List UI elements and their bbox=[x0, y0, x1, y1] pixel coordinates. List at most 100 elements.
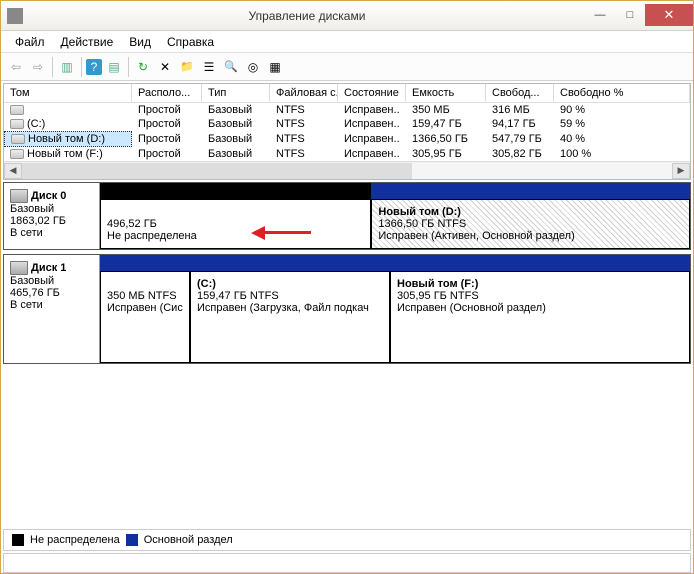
back-button[interactable]: ⇦ bbox=[6, 57, 26, 77]
legend-unallocated-swatch bbox=[12, 534, 24, 546]
toolbar-separator bbox=[52, 57, 53, 77]
cell-type: Базовый bbox=[202, 131, 270, 147]
partition-system[interactable]: 350 МБ NTFS Исправен (Сис bbox=[100, 271, 190, 363]
cell-type: Базовый bbox=[202, 147, 270, 161]
col-free-percent[interactable]: Свободно % bbox=[554, 84, 690, 102]
horizontal-scrollbar[interactable]: ◀ ▶ bbox=[4, 161, 690, 179]
col-capacity[interactable]: Емкость bbox=[406, 84, 486, 102]
disk-1-type: Базовый bbox=[10, 275, 54, 287]
forward-button[interactable]: ⇨ bbox=[28, 57, 48, 77]
volume-row[interactable]: (C:)ПростойБазовыйNTFSИсправен..159,47 Г… bbox=[4, 117, 690, 131]
drive-icon bbox=[11, 134, 25, 144]
menu-action[interactable]: Действие bbox=[53, 33, 122, 51]
menu-help[interactable]: Справка bbox=[159, 33, 222, 51]
volume-list-header: Том Располо... Тип Файловая с... Состоян… bbox=[4, 84, 690, 103]
disk-graphical-view: Диск 0 Базовый 1863,02 ГБ В сети 496,52 … bbox=[3, 182, 691, 364]
cell-type: Базовый bbox=[202, 103, 270, 117]
unallocated-header bbox=[100, 183, 371, 199]
arrow-annotation bbox=[251, 226, 311, 238]
disk-panel-1: Диск 1 Базовый 465,76 ГБ В сети 350 МБ N… bbox=[3, 254, 691, 364]
volume-row[interactable]: Новый том (D:)ПростойБазовыйNTFSИсправен… bbox=[4, 131, 690, 147]
cell-fs: NTFS bbox=[270, 103, 338, 117]
disk-1-name: Диск 1 bbox=[31, 262, 66, 274]
folder-button[interactable]: 📁 bbox=[177, 57, 197, 77]
cell-free: 94,17 ГБ bbox=[486, 117, 554, 131]
partition-d-name: Новый том (D:) bbox=[378, 206, 461, 218]
partition-d-status: Исправен (Активен, Основной раздел) bbox=[378, 230, 574, 242]
menubar: Файл Действие Вид Справка bbox=[1, 31, 693, 53]
partition-d[interactable]: Новый том (D:) 1366,50 ГБ NTFS Исправен … bbox=[371, 199, 690, 249]
legend: Не распределена Основной раздел bbox=[3, 529, 691, 551]
partition-f-size: 305,95 ГБ NTFS bbox=[397, 290, 479, 302]
cell-fs: NTFS bbox=[270, 117, 338, 131]
col-status[interactable]: Состояние bbox=[338, 84, 406, 102]
cell-type: Базовый bbox=[202, 117, 270, 131]
find-button[interactable]: 🔍 bbox=[221, 57, 241, 77]
disk-1-info[interactable]: Диск 1 Базовый 465,76 ГБ В сети bbox=[4, 255, 100, 363]
disk-1-header-bar bbox=[100, 255, 690, 271]
col-type[interactable]: Тип bbox=[202, 84, 270, 102]
help-button[interactable]: ? bbox=[86, 59, 102, 75]
minimize-button[interactable]: — bbox=[585, 4, 615, 26]
tree-button[interactable]: ☰ bbox=[199, 57, 219, 77]
legend-unallocated-label: Не распределена bbox=[30, 534, 120, 546]
disk-0-size: 1863,02 ГБ bbox=[10, 215, 66, 227]
refresh-button[interactable]: ↻ bbox=[133, 57, 153, 77]
partition-f-name: Новый том (F:) bbox=[397, 278, 478, 290]
disk-1-status: В сети bbox=[10, 299, 43, 311]
cell-status: Исправен.. bbox=[338, 103, 406, 117]
cell-free: 305,82 ГБ bbox=[486, 147, 554, 161]
volume-row[interactable]: ПростойБазовыйNTFSИсправен..350 МБ316 МБ… bbox=[4, 103, 690, 117]
cell-freepct: 90 % bbox=[554, 103, 690, 117]
col-filesystem[interactable]: Файловая с... bbox=[270, 84, 338, 102]
list-button[interactable]: ▤ bbox=[104, 57, 124, 77]
cell-status: Исправен.. bbox=[338, 147, 406, 161]
menu-file[interactable]: Файл bbox=[7, 33, 53, 51]
scroll-left-button[interactable]: ◀ bbox=[4, 163, 22, 179]
drive-icon bbox=[10, 105, 24, 115]
delete-button[interactable]: ✕ bbox=[155, 57, 175, 77]
properties-button[interactable]: ▥ bbox=[57, 57, 77, 77]
drive-icon bbox=[10, 119, 24, 129]
disk-icon bbox=[10, 189, 28, 203]
unallocated-size: 496,52 ГБ bbox=[107, 218, 157, 230]
cell-freepct: 59 % bbox=[554, 117, 690, 131]
cell-status: Исправен.. bbox=[338, 131, 406, 147]
titlebar: Управление дисками — □ ✕ bbox=[1, 1, 693, 31]
map-button[interactable]: ▦ bbox=[265, 57, 285, 77]
maximize-button[interactable]: □ bbox=[615, 4, 645, 26]
cell-layout: Простой bbox=[132, 131, 202, 147]
col-layout[interactable]: Располо... bbox=[132, 84, 202, 102]
disk-0-type: Базовый bbox=[10, 203, 54, 215]
col-volume[interactable]: Том bbox=[4, 84, 132, 102]
partition-c-status: Исправен (Загрузка, Файл подкач bbox=[197, 302, 369, 314]
cell-cap: 159,47 ГБ bbox=[406, 117, 486, 131]
cell-cap: 305,95 ГБ bbox=[406, 147, 486, 161]
toolbar-separator bbox=[128, 57, 129, 77]
close-button[interactable]: ✕ bbox=[645, 4, 693, 26]
scroll-right-button[interactable]: ▶ bbox=[672, 163, 690, 179]
col-free[interactable]: Свобод... bbox=[486, 84, 554, 102]
menu-view[interactable]: Вид bbox=[121, 33, 159, 51]
unallocated-partition[interactable]: 496,52 ГБ Не распределена bbox=[100, 199, 371, 249]
disk-0-layout: 496,52 ГБ Не распределена Новый том (D:)… bbox=[100, 183, 690, 249]
volume-row[interactable]: Новый том (F:)ПростойБазовыйNTFSИсправен… bbox=[4, 147, 690, 161]
disk-1-layout: 350 МБ NTFS Исправен (Сис (C:) 159,47 ГБ… bbox=[100, 255, 690, 363]
partition-c[interactable]: (C:) 159,47 ГБ NTFS Исправен (Загрузка, … bbox=[190, 271, 390, 363]
partition-f[interactable]: Новый том (F:) 305,95 ГБ NTFS Исправен (… bbox=[390, 271, 690, 363]
statusbar bbox=[3, 553, 691, 573]
disk-0-name: Диск 0 bbox=[31, 190, 66, 202]
disk-1-size: 465,76 ГБ bbox=[10, 287, 60, 299]
scan-button[interactable]: ◎ bbox=[243, 57, 263, 77]
partition-system-status: Исправен (Сис bbox=[107, 302, 183, 314]
disk-0-info[interactable]: Диск 0 Базовый 1863,02 ГБ В сети bbox=[4, 183, 100, 249]
partition-d-size: 1366,50 ГБ NTFS bbox=[378, 218, 466, 230]
legend-primary-swatch bbox=[126, 534, 138, 546]
unallocated-label: Не распределена bbox=[107, 230, 197, 242]
scroll-track[interactable] bbox=[22, 163, 672, 179]
primary-header bbox=[371, 183, 690, 199]
cell-fs: NTFS bbox=[270, 147, 338, 161]
partition-f-status: Исправен (Основной раздел) bbox=[397, 302, 546, 314]
scroll-thumb[interactable] bbox=[22, 163, 412, 179]
cell-layout: Простой bbox=[132, 147, 202, 161]
